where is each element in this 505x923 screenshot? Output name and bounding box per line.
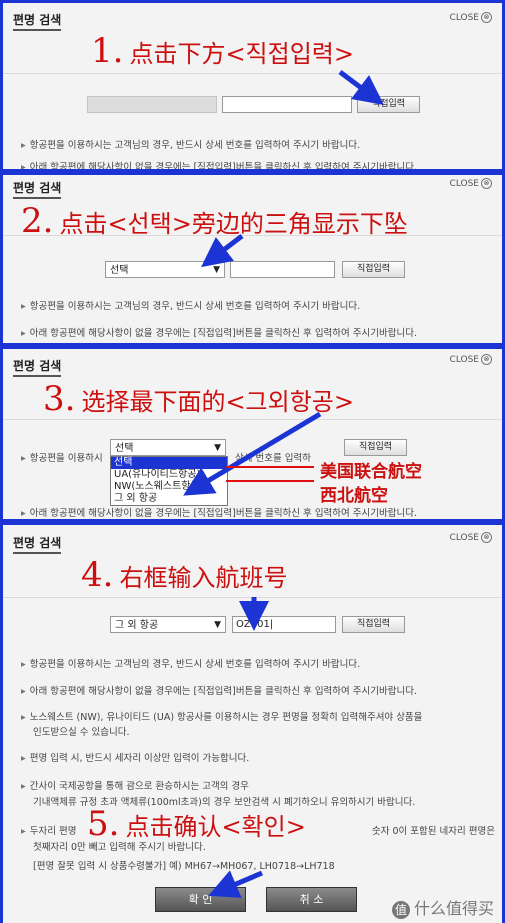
direct-input-button[interactable]: 직접입력: [357, 96, 420, 113]
close-button[interactable]: CLOSE ⊗: [450, 12, 492, 23]
notice-text: 상세 번호를 입력하: [235, 453, 311, 464]
annotation-nw: 西北航空: [320, 486, 388, 506]
bullet-icon: ▸: [21, 712, 26, 723]
bullet-icon: ▸: [21, 508, 26, 519]
dropdown-option[interactable]: UA(유나이티드항공): [111, 469, 227, 481]
dropdown-triangle-icon: ▼: [213, 265, 220, 275]
close-button[interactable]: CLOSE ⊗: [450, 532, 492, 543]
notice-text: ▸ 간사이 국제공항을 통해 괌으로 환승하시는 고객의 경우: [21, 781, 249, 792]
notice-text: ▸ 아래 항공편에 해당사항이 없을 경우에는 [직접입력]버튼을 클릭하신 후 …: [21, 508, 417, 519]
bullet-icon: ▸: [21, 781, 26, 792]
panel-step-3: 편명 검색 CLOSE ⊗ 3. 选择最下面的<그외항공> 선택 ▼ 직접입력 ▸ 항공…: [0, 346, 505, 522]
notice-text: ▸ 항공편을 이용하시는 고객님의 경우, 반드시 상세 번호를 입력하여 주시기…: [21, 140, 361, 151]
notice-text: 인도받으실 수 있습니다.: [33, 727, 130, 738]
panel-title: 편명 검색: [13, 179, 62, 199]
notice-text: ▸ 아래 항공편에 해당사항이 없을 경우에는 [직접입력]버튼을 클릭하신 후 …: [21, 162, 417, 172]
close-icon: ⊗: [481, 178, 492, 189]
panel-step-2: 편명 검색 CLOSE ⊗ 2. 点击<선택>旁边的三角显示下坠 선택 ▼ 직접입력 …: [0, 172, 505, 346]
direct-input-button[interactable]: 직접입력: [342, 616, 405, 633]
divider: [3, 419, 502, 420]
close-icon: ⊗: [481, 12, 492, 23]
notice-text: ▸ 아래 항공편에 해당사항이 없을 경우에는 [직접입력]버튼을 클릭하신 후 …: [21, 686, 417, 697]
notice-text: ▸ 노스웨스트 (NW), 유나이티드 (UA) 항공사를 이용하시는 경우 편명…: [21, 712, 423, 723]
notice-text: ▸ 아래 항공편에 해당사항이 없을 경우에는 [직접입력]버튼을 클릭하신 후 …: [21, 328, 417, 339]
confirm-button[interactable]: 확 인: [155, 887, 246, 912]
flight-number-input[interactable]: [222, 96, 352, 113]
close-button[interactable]: CLOSE ⊗: [450, 354, 492, 365]
notice-text: ▸ 항공편을 이용하시는 고객님의 경우, 반드시 상세 번호를 입력하여 주시기…: [21, 659, 361, 670]
dropdown-option[interactable]: 선택: [111, 457, 227, 469]
panel-step-1: 편명 검색 CLOSE ⊗ 1. 点击下方<직접입력> 직접입력 ▸ 항공편을 이용하…: [0, 0, 505, 172]
notice-text: ▸ 항공편을 이용하시는 고객님의 경우, 반드시 상세 번호를 입력하여 주시기…: [21, 301, 361, 312]
flight-number-input[interactable]: [230, 261, 335, 278]
flight-number-input[interactable]: OZ301|: [232, 616, 336, 633]
bullet-icon: ▸: [21, 659, 26, 670]
direct-input-button[interactable]: 직접입력: [342, 261, 405, 278]
step-instruction: 5. 点击确认<확인>: [87, 804, 306, 844]
step-instruction: 4. 右框输入航班号: [81, 555, 288, 595]
annotation-ua: 美国联合航空: [320, 462, 422, 482]
bullet-icon: ▸: [21, 686, 26, 697]
airline-select[interactable]: 선택 ▼: [105, 261, 225, 278]
airline-select-disabled: [87, 96, 217, 113]
bullet-icon: ▸: [21, 162, 26, 172]
cancel-button[interactable]: 취 소: [266, 887, 357, 912]
bullet-icon: ▸: [21, 328, 26, 339]
notice-text: [편명 잘못 입력 시 상품수령불가] 예) MH67→MH067, LH071…: [33, 861, 335, 872]
watermark: 值什么值得买: [391, 895, 494, 919]
airline-dropdown-list: 선택 UA(유나이티드항공) NW(노스웨스트항공) 그 외 항공: [110, 456, 228, 506]
notice-text: ▸ 항공편을 이용하시: [21, 453, 103, 464]
panel-title: 편명 검색: [13, 534, 62, 554]
notice-text: ▸ 두자리 편명: [21, 826, 77, 837]
watermark-logo-icon: 值: [391, 900, 410, 919]
step-instruction: 3. 选择最下面的<그외항공>: [43, 379, 354, 419]
divider: [3, 597, 502, 598]
bullet-icon: ▸: [21, 140, 26, 151]
airline-select[interactable]: 선택 ▼: [110, 439, 226, 456]
bullet-icon: ▸: [21, 826, 26, 837]
notice-text: 숫자 0이 포함된 네자리 편명은: [372, 826, 496, 837]
airline-select[interactable]: 그 외 항공 ▼: [110, 616, 226, 633]
panel-title: 편명 검색: [13, 357, 62, 377]
dropdown-triangle-icon: ▼: [214, 620, 221, 630]
close-icon: ⊗: [481, 354, 492, 365]
bullet-icon: ▸: [21, 301, 26, 312]
step-instruction: 1. 点击下方<직접입력>: [91, 31, 354, 71]
panel-step-4: 편명 검색 CLOSE ⊗ 4. 右框输入航班号 그 외 항공 ▼ OZ301| 직접…: [0, 522, 505, 923]
notice-text: ▸ 편명 입력 시, 반드시 세자리 이상만 입력이 가능합니다.: [21, 753, 250, 764]
divider: [3, 73, 502, 74]
direct-input-button[interactable]: 직접입력: [344, 439, 407, 456]
close-icon: ⊗: [481, 532, 492, 543]
bullet-icon: ▸: [21, 753, 26, 764]
bullet-icon: ▸: [21, 453, 26, 464]
panel-title: 편명 검색: [13, 11, 62, 31]
dropdown-option[interactable]: NW(노스웨스트항공): [111, 481, 227, 493]
step-instruction: 2. 点击<선택>旁边的三角显示下坠: [21, 201, 408, 241]
close-button[interactable]: CLOSE ⊗: [450, 178, 492, 189]
dropdown-triangle-icon: ▼: [214, 443, 221, 453]
dropdown-option[interactable]: 그 외 항공: [111, 493, 227, 505]
